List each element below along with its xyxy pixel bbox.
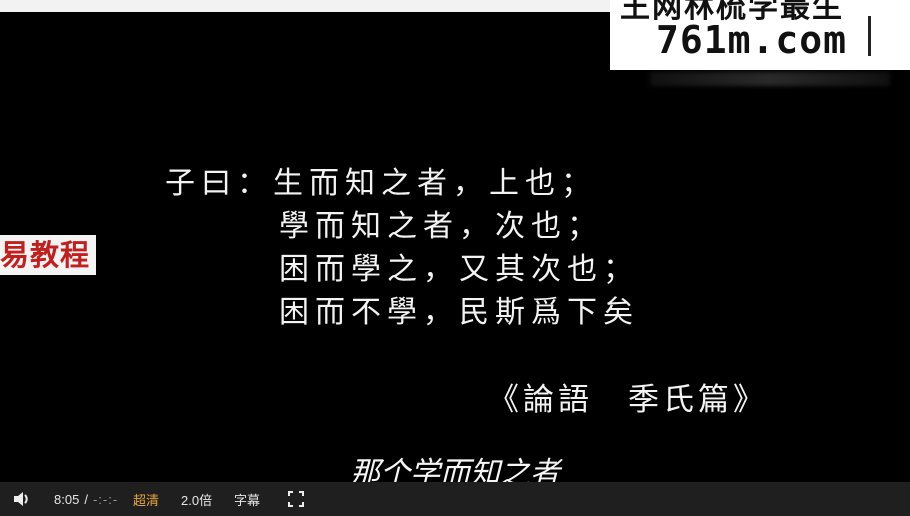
quote-source: 《論語 季氏篇》 xyxy=(488,382,768,418)
fullscreen-button[interactable] xyxy=(288,482,306,516)
time-display: 8:05 / -:-:- xyxy=(54,482,118,516)
duration: -:-:- xyxy=(92,491,119,507)
side-badge-text: 易教程 xyxy=(0,237,91,272)
time-separator: / xyxy=(84,491,88,507)
video-frame[interactable]: 易教程 子曰：生而知之者，上也； 學而知之者，次也； 困而學之，又其次也； 困而… xyxy=(0,12,910,482)
quote-line-1: 子曰：生而知之者，上也； xyxy=(165,166,597,201)
side-badge: 易教程 xyxy=(0,235,97,275)
subtitles-button[interactable]: 字幕 xyxy=(234,482,260,516)
speed-button[interactable]: 2.0倍 xyxy=(181,482,212,516)
faint-background-text xyxy=(650,72,890,86)
slide-quote: 子曰：生而知之者，上也； 學而知之者，次也； 困而學之，又其次也； 困而不學，民… xyxy=(165,162,639,334)
fullscreen-icon xyxy=(288,491,304,507)
volume-button[interactable] xyxy=(12,482,34,516)
current-time: 8:05 xyxy=(54,491,80,507)
quality-button[interactable]: 超清 xyxy=(133,482,159,516)
watermark-url: 761m.com xyxy=(656,18,848,62)
watermark-logo: 王网林梳学最生 761m.com xyxy=(610,0,910,70)
quote-line-4: 困而不學，民斯爲下矣 xyxy=(279,295,639,330)
player-control-bar: 8:05 / -:-:- 超清 2.0倍 字幕 xyxy=(0,482,910,516)
volume-icon xyxy=(14,492,28,506)
watermark-divider xyxy=(868,16,871,56)
quote-line-3: 困而學之，又其次也； xyxy=(279,252,639,287)
quote-line-2: 學而知之者，次也； xyxy=(279,209,603,244)
